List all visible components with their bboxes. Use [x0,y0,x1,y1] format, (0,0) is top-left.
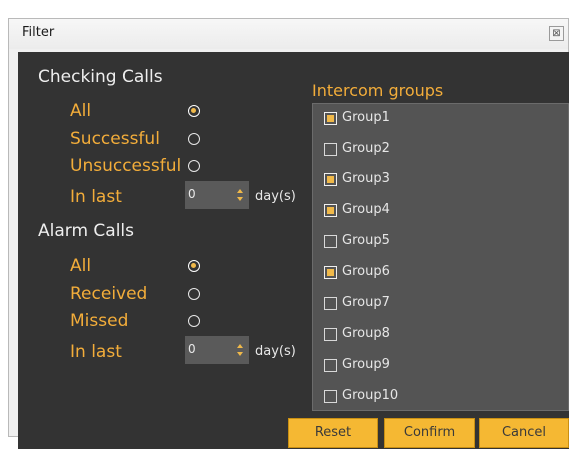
group-label: Group4 [342,202,390,217]
checking-calls-title: Checking Calls [38,67,163,87]
alarm-missed-label: Missed [70,311,129,331]
alarm-received-label: Received [70,284,148,304]
reset-button[interactable]: Reset [288,418,378,448]
alarm-received-radio[interactable] [188,288,200,300]
group-checkbox[interactable] [324,266,337,279]
group-checkbox[interactable] [324,143,337,156]
group-label: Group3 [342,171,390,186]
intercom-groups-title: Intercom groups [312,81,444,100]
group-checkbox[interactable] [324,328,337,341]
group-checkbox[interactable] [324,390,337,403]
group-checkbox[interactable] [324,235,337,248]
group-checkbox[interactable] [324,112,337,125]
group-label: Group8 [342,326,390,341]
alarm-days-unit: day(s) [255,344,296,359]
intercom-groups-list[interactable]: Group1 Group2 Group3 Group4 Group5 Group… [312,103,569,411]
alarm-missed-radio[interactable] [188,315,200,327]
title-bar: Filter ⊠ [9,19,568,49]
group-label: Group1 [342,110,390,125]
checking-in-last-label: In last [70,187,122,207]
checking-unsuccessful-label: Unsuccessful [70,156,182,176]
filter-panel: Checking Calls All Successful Unsuccessf… [18,52,569,449]
group-checkbox[interactable] [324,297,337,310]
confirm-button[interactable]: Confirm [384,418,475,448]
checking-successful-label: Successful [70,129,160,149]
group-label: Group5 [342,233,390,248]
checking-all-radio[interactable] [188,105,200,117]
alarm-days-value: 0 [188,342,196,356]
group-label: Group6 [342,264,390,279]
spin-up-icon[interactable] [237,344,243,348]
group-label: Group10 [342,388,399,403]
filter-window: Filter ⊠ Checking Calls All Successful U… [8,18,569,449]
close-icon[interactable]: ⊠ [549,26,564,41]
checking-days-unit: day(s) [255,189,296,204]
spin-down-icon[interactable] [237,352,243,356]
checking-days-stepper[interactable]: 0 [185,181,249,209]
alarm-calls-title: Alarm Calls [38,221,135,241]
checking-unsuccessful-radio[interactable] [188,160,200,172]
cancel-button[interactable]: Cancel [479,418,569,448]
group-checkbox[interactable] [324,204,337,217]
checking-all-label: All [70,101,92,121]
spin-down-icon[interactable] [237,197,243,201]
alarm-days-stepper[interactable]: 0 [185,336,249,364]
spin-up-icon[interactable] [237,189,243,193]
checking-successful-radio[interactable] [188,133,200,145]
group-checkbox[interactable] [324,173,337,186]
alarm-in-last-label: In last [70,342,122,362]
alarm-all-label: All [70,256,92,276]
group-label: Group9 [342,357,390,372]
group-label: Group2 [342,141,390,156]
group-label: Group7 [342,295,390,310]
group-checkbox[interactable] [324,359,337,372]
checking-days-value: 0 [188,187,196,201]
alarm-all-radio[interactable] [188,260,200,272]
window-title: Filter [22,25,55,40]
